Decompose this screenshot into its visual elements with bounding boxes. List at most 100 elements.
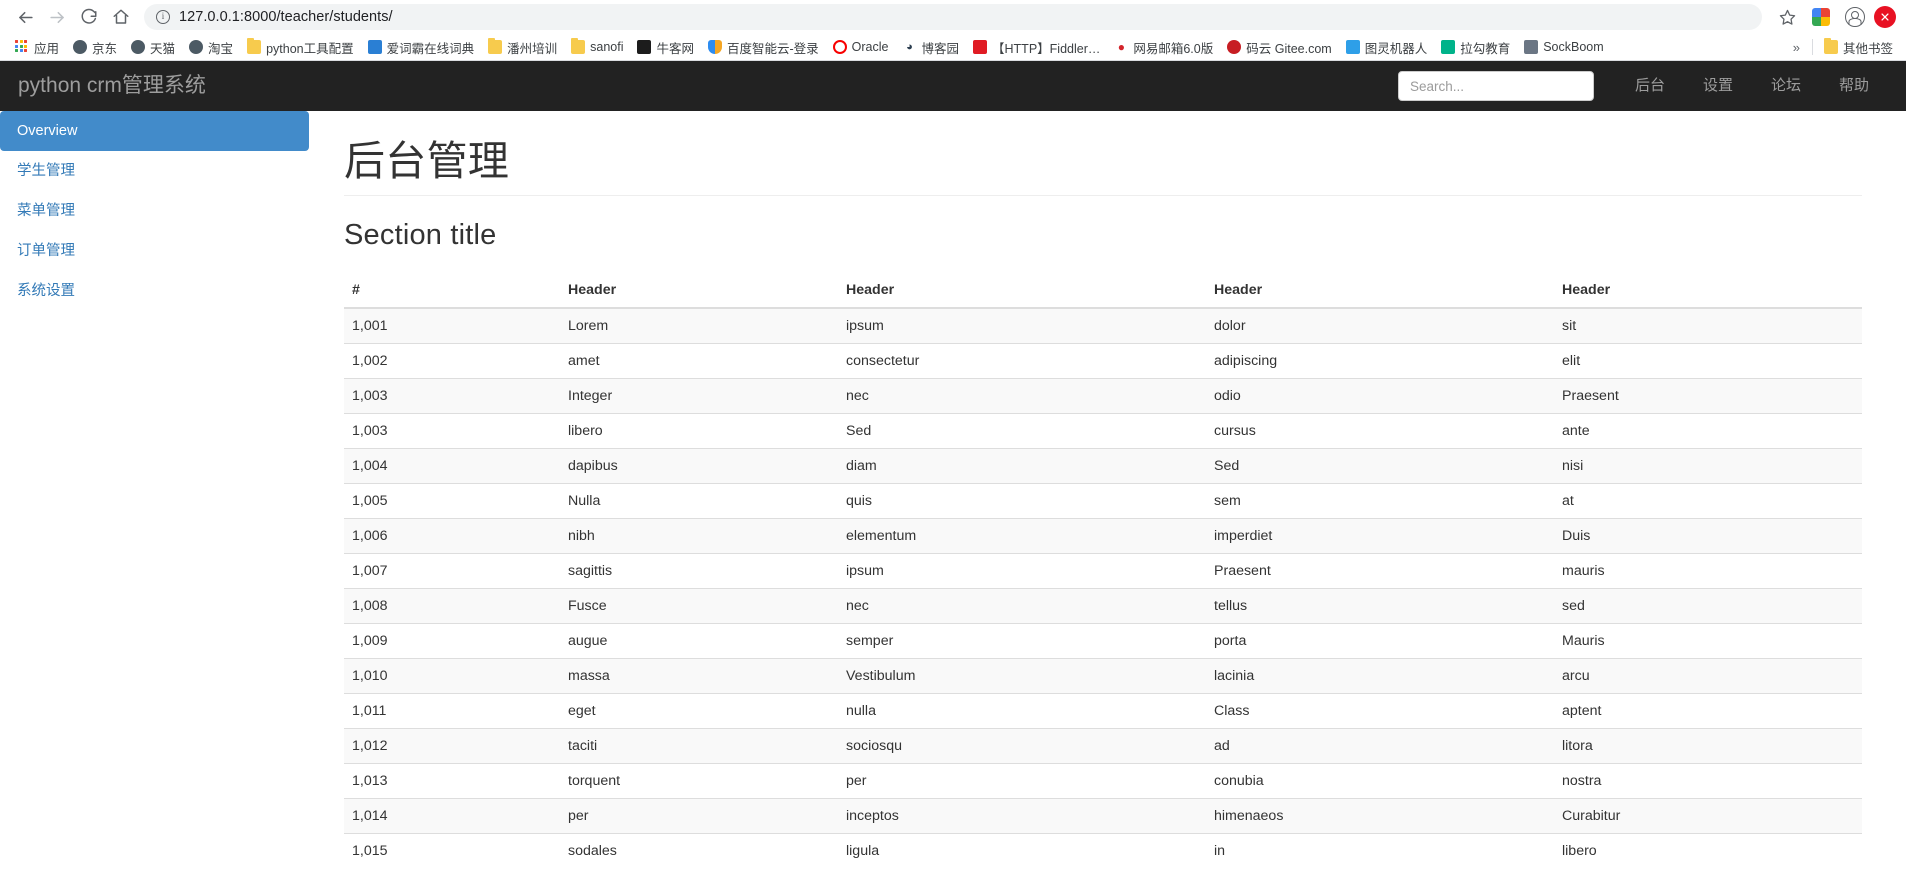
table-row[interactable]: 1,012 taciti sociosqu ad litora <box>344 728 1862 764</box>
site-info-icon[interactable] <box>156 10 170 24</box>
table-cell: 1,012 <box>344 728 560 764</box>
table-cell: sit <box>1554 307 1862 344</box>
nav-link-forum[interactable]: 论坛 <box>1752 61 1820 111</box>
table-cell: conubia <box>1206 763 1554 799</box>
table-cell: dapibus <box>560 448 838 484</box>
table-cell: 1,013 <box>344 763 560 799</box>
table-row[interactable]: 1,015 sodales ligula in libero <box>344 833 1862 869</box>
table-row[interactable]: 1,006 nibh elementum imperdiet Duis <box>344 518 1862 554</box>
bookmark-label: 天猫 <box>150 41 176 56</box>
table-row[interactable]: 1,008 Fusce nec tellus sed <box>344 588 1862 624</box>
table-cell: semper <box>838 623 1206 659</box>
table-header-cell[interactable]: # <box>344 274 560 310</box>
folder-icon <box>488 38 503 54</box>
reload-icon[interactable] <box>74 2 104 32</box>
table-header-cell[interactable]: Header <box>1206 274 1554 310</box>
table-row[interactable]: 1,007 sagittis ipsum Praesent mauris <box>344 553 1862 589</box>
app-navbar: python crm管理系统 后台 设置 论坛 帮助 <box>0 61 1906 111</box>
bookmark-sockboom[interactable]: SockBoom <box>1517 38 1610 56</box>
bookmark-label: 牛客网 <box>656 41 694 56</box>
table-cell: 1,011 <box>344 693 560 729</box>
table-cell: 1,005 <box>344 483 560 519</box>
table-row[interactable]: 1,009 augue semper porta Mauris <box>344 623 1862 659</box>
table-cell: Praesent <box>1206 553 1554 589</box>
bookmark-iciba[interactable]: 爱词霸在线词典 <box>361 36 482 59</box>
home-icon[interactable] <box>106 2 136 32</box>
bookmark-taobao[interactable]: 淘宝 <box>182 36 240 59</box>
bookmark-nowcoder[interactable]: 牛客网 <box>630 36 701 59</box>
bookmark-tmall[interactable]: 天猫 <box>124 36 182 59</box>
folder-icon <box>247 38 262 54</box>
table-cell: sem <box>1206 483 1554 519</box>
table-row[interactable]: 1,010 massa Vestibulum lacinia arcu <box>344 658 1862 694</box>
nav-link-backend[interactable]: 后台 <box>1616 61 1684 111</box>
sidebar-item-menu[interactable]: 菜单管理 <box>0 191 309 231</box>
sidebar-item-orders[interactable]: 订单管理 <box>0 231 309 271</box>
table-row[interactable]: 1,003 libero Sed cursus ante <box>344 413 1862 449</box>
back-arrow-icon[interactable] <box>10 2 40 32</box>
bookmark-oracle[interactable]: Oracle <box>826 38 896 56</box>
bookmark-gitee[interactable]: 码云 Gitee.com <box>1220 36 1338 59</box>
url-bar[interactable]: 127.0.0.1:8000/teacher/students/ <box>144 4 1762 30</box>
star-icon[interactable] <box>1772 2 1802 32</box>
other-bookmarks-button[interactable]: 其他书签 <box>1817 36 1900 59</box>
search-input[interactable] <box>1397 71 1594 101</box>
bookmark-label: sanofi <box>590 40 624 54</box>
table-cell: imperdiet <box>1206 518 1554 554</box>
table-cell: Class <box>1206 693 1554 729</box>
toolbar-right-actions <box>1772 2 1896 32</box>
table-header-row: # Header Header Header Header <box>344 274 1862 310</box>
table-header-cell[interactable]: Header <box>838 274 1206 310</box>
bookmark-jd[interactable]: 京东 <box>66 36 124 59</box>
extension-icon[interactable] <box>1806 2 1836 32</box>
nav-link-help[interactable]: 帮助 <box>1820 61 1888 111</box>
bookmark-baidu-cloud[interactable]: 百度智能云-登录 <box>701 36 826 59</box>
nav-link-settings[interactable]: 设置 <box>1684 61 1752 111</box>
profile-avatar-icon[interactable] <box>1840 2 1870 32</box>
bookmark-label: 【HTTP】Fiddler… <box>992 41 1101 56</box>
table-cell: Praesent <box>1554 378 1862 414</box>
bookmark-label: Oracle <box>851 40 889 54</box>
forward-arrow-icon <box>42 2 72 32</box>
table-row[interactable]: 1,014 per inceptos himenaeos Curabitur <box>344 798 1862 834</box>
table-cell: 1,002 <box>344 343 560 379</box>
baidu-cloud-icon <box>708 40 722 54</box>
table-row[interactable]: 1,013 torquent per conubia nostra <box>344 763 1862 799</box>
bookmark-label: 爱词霸在线词典 <box>386 41 475 56</box>
table-body: 1,001 Lorem ipsum dolor sit 1,002 amet consecte… <box>344 307 1862 869</box>
bookmark-apps[interactable]: 应用 <box>8 36 66 59</box>
table-header-cell[interactable]: Header <box>1554 274 1862 310</box>
apps-grid-icon <box>15 40 29 54</box>
table-cell: ipsum <box>838 307 1206 344</box>
bookmark-fiddler[interactable]: 【HTTP】Fiddler… <box>966 36 1107 59</box>
main-content: 后台管理 Section title # Header Header Heade… <box>309 111 1906 896</box>
bookmarks-overflow-button[interactable]: » <box>1785 38 1808 57</box>
sidebar-item-overview[interactable]: Overview <box>0 111 309 151</box>
bookmark-panzhou-training[interactable]: 潘州培训 <box>481 36 564 59</box>
bookmark-turing-robot[interactable]: 图灵机器人 <box>1339 36 1435 59</box>
table-row[interactable]: 1,005 Nulla quis sem at <box>344 483 1862 519</box>
table-cell: 1,009 <box>344 623 560 659</box>
table-cell: per <box>560 798 838 834</box>
table-cell: in <box>1206 833 1554 869</box>
table-row[interactable]: 1,003 Integer nec odio Praesent <box>344 378 1862 414</box>
netease-mail-icon: ● <box>1114 40 1129 54</box>
table-row[interactable]: 1,001 Lorem ipsum dolor sit <box>344 307 1862 344</box>
bookmark-sanofi[interactable]: sanofi <box>564 38 630 56</box>
sidebar-item-settings[interactable]: 系统设置 <box>0 271 309 311</box>
table-cell: litora <box>1554 728 1862 764</box>
table-header-cell[interactable]: Header <box>560 274 838 310</box>
app-brand[interactable]: python crm管理系统 <box>0 61 221 111</box>
close-icon[interactable] <box>1874 6 1896 28</box>
turing-robot-icon <box>1345 40 1360 54</box>
bookmark-python-tools[interactable]: python工具配置 <box>240 36 361 59</box>
bookmark-cnblogs[interactable]: ◕ 博客园 <box>896 36 967 59</box>
sidebar-item-students[interactable]: 学生管理 <box>0 151 309 191</box>
table-row[interactable]: 1,011 eget nulla Class aptent <box>344 693 1862 729</box>
bookmark-netease-mail[interactable]: ● 网易邮箱6.0版 <box>1107 36 1220 59</box>
section-title: Section title <box>344 219 497 252</box>
table-row[interactable]: 1,002 amet consectetur adipiscing elit <box>344 343 1862 379</box>
bookmark-lagou-edu[interactable]: 拉勾教育 <box>1434 36 1517 59</box>
table-row[interactable]: 1,004 dapibus diam Sed nisi <box>344 448 1862 484</box>
table-cell: dolor <box>1206 307 1554 344</box>
